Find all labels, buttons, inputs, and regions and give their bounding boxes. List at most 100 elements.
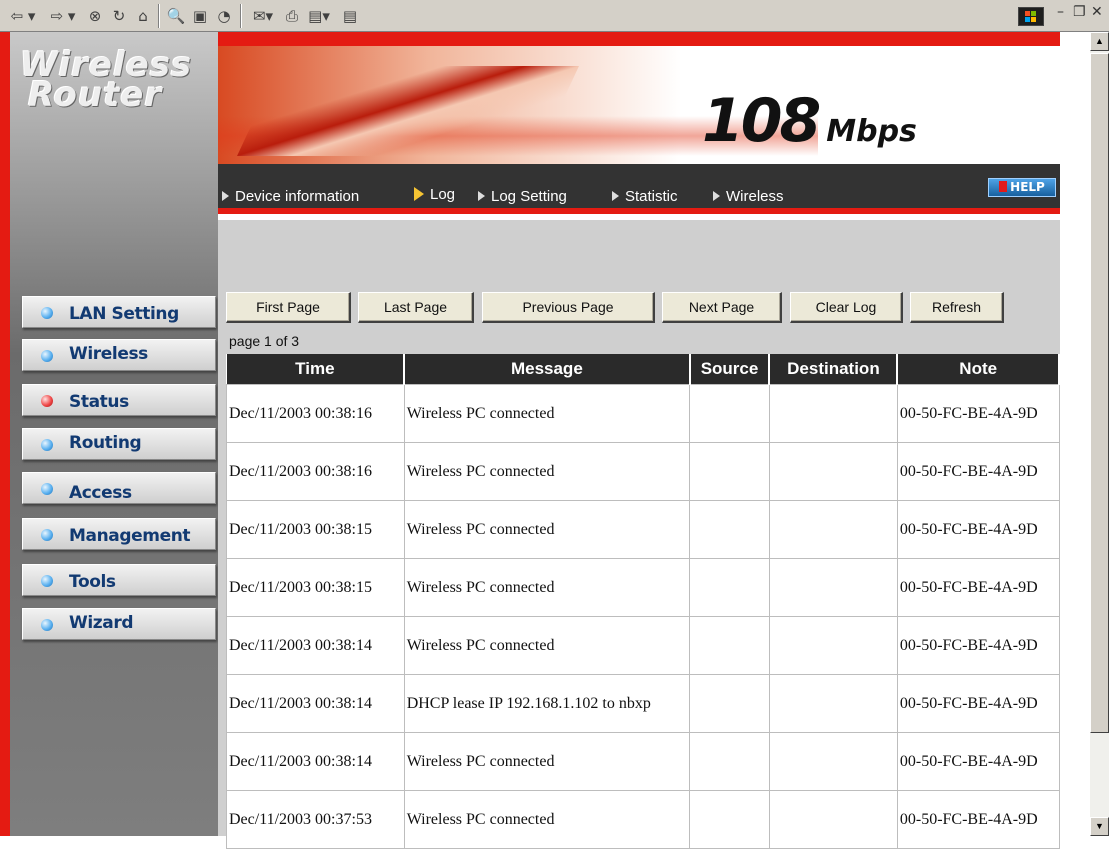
cell-time: Dec/11/2003 00:38:16: [226, 383, 405, 443]
cell-source: [689, 557, 770, 617]
previous-page-button[interactable]: Previous Page: [482, 292, 655, 323]
back-icon[interactable]: ⇦ ▾: [6, 6, 40, 26]
refresh-icon[interactable]: ↻: [109, 6, 129, 26]
edit-icon[interactable]: ▤▾: [304, 6, 334, 26]
refresh-button[interactable]: Refresh: [910, 292, 1004, 323]
cell-note: 00-50-FC-BE-4A-9D: [896, 441, 1060, 501]
column-header-note: Note: [897, 354, 1060, 384]
menu-item-log-setting[interactable]: Log Setting: [478, 188, 567, 205]
favorites-icon[interactable]: ▣: [190, 6, 210, 26]
menu-item-label: Device information: [235, 188, 360, 205]
sidebar-item-label: Wizard: [69, 613, 134, 633]
table-row: Dec/11/2003 00:38:14 DHCP lease IP 192.16…: [226, 673, 1060, 733]
cell-note: 00-50-FC-BE-4A-9D: [896, 731, 1060, 791]
print-icon[interactable]: ⎙: [282, 6, 302, 26]
sidebar-item-label: Management: [69, 526, 191, 546]
menu-item-statistic[interactable]: Statistic: [612, 188, 678, 205]
clear-log-button[interactable]: Clear Log: [790, 292, 903, 323]
arrow-icon: [478, 191, 485, 201]
search-icon[interactable]: 🔍: [166, 6, 186, 26]
history-icon[interactable]: ◔: [214, 6, 234, 26]
cell-message: Wireless PC connected: [403, 615, 691, 675]
arrow-icon: [713, 191, 720, 201]
menu-item-label: Log Setting: [491, 188, 567, 205]
sidebar-item-lan-setting[interactable]: LAN Setting: [22, 296, 216, 328]
scroll-down-icon[interactable]: ▼: [1090, 817, 1109, 836]
cell-destination: [768, 731, 898, 791]
forward-icon[interactable]: ⇨ ▾: [46, 6, 80, 26]
toolbar-separator: [158, 4, 160, 28]
first-page-button[interactable]: First Page: [226, 292, 351, 323]
last-page-button[interactable]: Last Page: [358, 292, 474, 323]
cell-time: Dec/11/2003 00:38:15: [226, 557, 405, 617]
sidebar-item-label: Access: [69, 483, 132, 503]
sidebar-item-access[interactable]: Access: [22, 472, 216, 504]
scrollbar-thumb[interactable]: [1090, 53, 1109, 733]
minimize-icon[interactable]: –: [1057, 4, 1064, 20]
cell-source: [689, 789, 770, 849]
menu-item-wireless[interactable]: Wireless: [713, 188, 784, 205]
scroll-up-icon[interactable]: ▲: [1090, 32, 1109, 51]
stop-icon[interactable]: ⊗: [85, 6, 105, 26]
bullet-icon: [41, 439, 53, 451]
help-button[interactable]: HELP: [988, 178, 1056, 197]
table-row: Dec/11/2003 00:38:15 Wireless PC connecte…: [226, 499, 1060, 559]
vertical-scrollbar[interactable]: ▲ ▼: [1090, 32, 1109, 836]
speed-unit: Mbps: [826, 114, 917, 149]
log-table-body: Dec/11/2003 00:38:16 Wireless PC connecte…: [226, 383, 1060, 849]
windows-logo-icon: [1018, 7, 1044, 26]
cell-destination: [768, 615, 898, 675]
sidebar: Wireless Router LAN Setting Wireless Sta…: [10, 32, 218, 836]
table-header-row: Time Message Source Destination Note: [226, 354, 1060, 384]
cell-note: 00-50-FC-BE-4A-9D: [896, 499, 1060, 559]
cell-message: Wireless PC connected: [403, 731, 691, 791]
cell-source: [689, 383, 770, 443]
bullet-icon: [41, 483, 53, 495]
column-header-source: Source: [689, 354, 771, 384]
toolbar-separator: [240, 4, 242, 28]
cell-time: Dec/11/2003 00:38:14: [226, 673, 405, 733]
cell-message: DHCP lease IP 192.168.1.102 to nbxp: [403, 673, 691, 733]
cell-destination: [768, 441, 898, 501]
discuss-icon[interactable]: ▤: [340, 6, 360, 26]
top-menu: Device information Log Log Setting Stati…: [218, 164, 1060, 214]
menu-item-log[interactable]: Log: [414, 186, 455, 203]
bullet-active-icon: [41, 395, 53, 407]
arrow-icon: [612, 191, 619, 201]
cell-time: Dec/11/2003 00:38:15: [226, 499, 405, 559]
restore-icon[interactable]: ❐: [1073, 4, 1086, 20]
cell-time: Dec/11/2003 00:38:16: [226, 441, 405, 501]
speed-logo: 108 Mbps: [702, 86, 917, 156]
cell-destination: [768, 383, 898, 443]
sidebar-item-status[interactable]: Status: [22, 384, 216, 416]
menu-item-label: Log: [430, 186, 456, 203]
cell-message: Wireless PC connected: [403, 383, 691, 443]
browser-toolbar: ⇦ ▾ ⇨ ▾ ⊗ ↻ ⌂ 🔍 ▣ ◔ ✉▾ ⎙ ▤▾ ▤ – ❐ ✕: [0, 0, 1109, 32]
cell-note: 00-50-FC-BE-4A-9D: [896, 615, 1060, 675]
bullet-icon: [41, 575, 53, 587]
cell-message: Wireless PC connected: [403, 441, 691, 501]
bullet-icon: [41, 350, 53, 362]
cell-destination: [768, 499, 898, 559]
arrow-active-icon: [414, 187, 424, 201]
sidebar-item-tools[interactable]: Tools: [22, 564, 216, 596]
cell-message: Wireless PC connected: [403, 499, 691, 559]
next-page-button[interactable]: Next Page: [662, 292, 782, 323]
cell-message: Wireless PC connected: [403, 557, 691, 617]
sidebar-item-label: Tools: [69, 572, 116, 592]
table-row: Dec/11/2003 00:37:53 Wireless PC connecte…: [226, 789, 1060, 849]
speed-value: 108: [702, 86, 821, 156]
help-icon: [999, 181, 1008, 192]
close-icon[interactable]: ✕: [1091, 4, 1103, 20]
sidebar-item-wizard[interactable]: Wizard: [22, 608, 216, 640]
cell-time: Dec/11/2003 00:38:14: [226, 731, 405, 791]
menu-item-device-information[interactable]: Device information: [222, 188, 359, 205]
sidebar-item-wireless[interactable]: Wireless: [22, 339, 216, 371]
home-icon[interactable]: ⌂: [133, 6, 153, 26]
sidebar-item-management[interactable]: Management: [22, 518, 216, 550]
table-row: Dec/11/2003 00:38:14 Wireless PC connecte…: [226, 731, 1060, 791]
bullet-icon: [41, 619, 53, 631]
mail-icon[interactable]: ✉▾: [248, 6, 278, 26]
sidebar-item-routing[interactable]: Routing: [22, 428, 216, 460]
banner-top-stripe: [218, 32, 1060, 46]
